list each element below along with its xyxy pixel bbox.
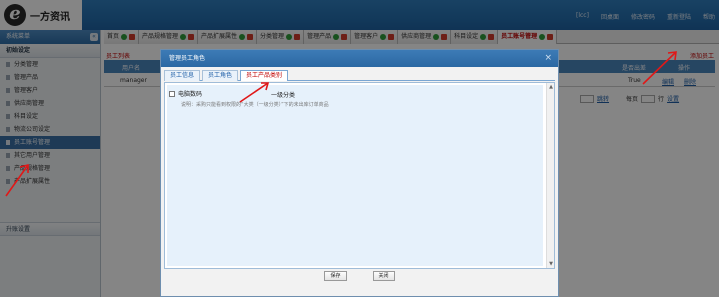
tab-employee-product-category[interactable]: 员工产品类别	[240, 70, 289, 81]
dialog-title: 管理员工角色	[169, 55, 206, 62]
scroll-up-icon[interactable]: ▲	[548, 84, 554, 90]
category-panel: 电脑数码 一级分类 说明：采购只能看到权限的“大类（一级分类）”下的未出库订单商…	[167, 85, 543, 266]
save-button[interactable]: 保存	[324, 271, 347, 281]
manage-role-dialog: 管理员工角色 × 员工信息 员工角色 员工产品类别 电脑数码 一级分类 说明：采…	[160, 49, 559, 297]
tab-employee-info[interactable]: 员工信息	[164, 70, 201, 81]
close-button[interactable]: 关闭	[372, 271, 395, 281]
dialog-tabs: 员工信息 员工角色 员工产品类别	[164, 70, 555, 81]
scroll-down-icon[interactable]: ▼	[548, 261, 554, 267]
dialog-buttons: 保存 关闭	[161, 271, 558, 281]
category-checkbox-row[interactable]: 电脑数码	[169, 89, 202, 98]
tab-employee-role[interactable]: 员工角色	[202, 70, 239, 81]
dialog-title-bar: 管理员工角色 ×	[161, 50, 558, 67]
dialog-body: 电脑数码 一级分类 说明：采购只能看到权限的“大类（一级分类）”下的未出库订单商…	[164, 82, 555, 269]
close-icon[interactable]: ×	[544, 50, 552, 67]
scrollbar[interactable]: ▲ ▼	[546, 83, 554, 268]
category-checkbox[interactable]	[169, 90, 175, 97]
help-note: 说明：采购只能看到权限的“大类（一级分类）”下的未出库订单商品	[181, 102, 329, 108]
sub-category-label: 一级分类	[271, 92, 296, 99]
category-label: 电脑数码	[178, 91, 203, 98]
